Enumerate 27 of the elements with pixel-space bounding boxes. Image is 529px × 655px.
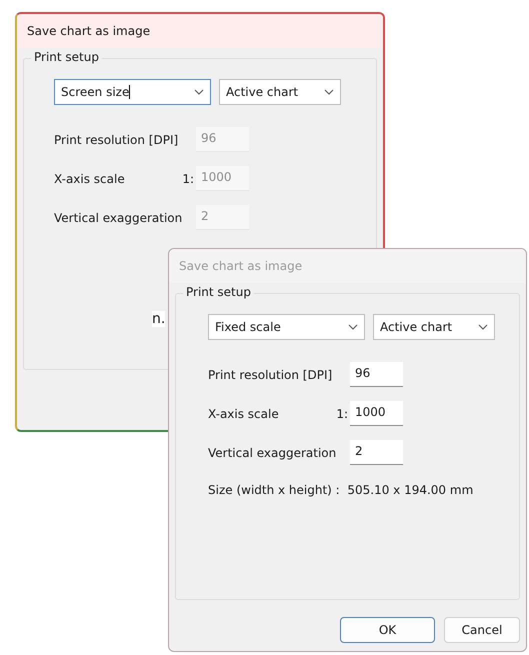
input-field[interactable]: 2 (350, 440, 403, 465)
size-readout: Size (width x height) : 505.10 x 194.00 mm (208, 483, 474, 497)
dropdown[interactable]: Screen size (54, 79, 211, 105)
field-label: X-axis scale (208, 406, 279, 420)
field-label: X-axis scale (54, 172, 125, 186)
chevron-down-icon (478, 324, 488, 330)
input-field[interactable]: 96 (350, 362, 403, 387)
partial-text: n. (152, 311, 166, 327)
window-title: Save chart as image (27, 24, 150, 38)
field-label: Print resolution [DPI] (54, 132, 178, 146)
field-label: Vertical exaggeration (208, 446, 336, 460)
dialog-button[interactable]: OK (340, 617, 435, 643)
group-title: Print setup (31, 50, 102, 64)
field-label: Print resolution [DPI] (208, 368, 332, 382)
scale-prefix: 1: (182, 172, 194, 186)
group-title: Print setup (183, 285, 254, 299)
chevron-down-icon (194, 89, 204, 95)
dropdown[interactable]: Active chart (219, 79, 341, 105)
chevron-down-icon (324, 89, 334, 95)
field-label: Vertical exaggeration (54, 210, 182, 224)
window-title: Save chart as image (179, 259, 302, 273)
dropdown[interactable]: Active chart (373, 314, 495, 340)
scale-prefix: 1: (336, 406, 348, 420)
dropdown[interactable]: Fixed scale (208, 314, 365, 340)
chevron-down-icon (348, 324, 358, 330)
dialog-button[interactable]: Cancel (444, 617, 520, 643)
input-field[interactable]: 1000 (350, 401, 403, 426)
